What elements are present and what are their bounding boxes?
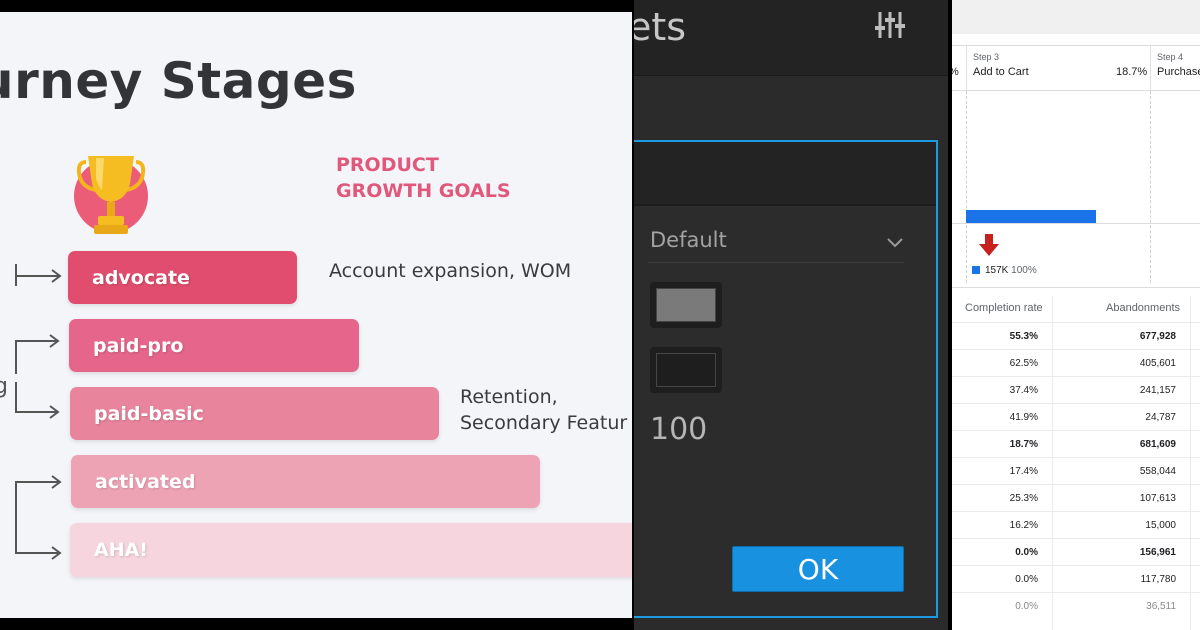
column-header-completion-rate[interactable]: Completion rate — [965, 302, 1043, 314]
preset-dropdown[interactable]: Default — [648, 226, 904, 263]
stage-label: paid-basic — [94, 402, 204, 425]
completion-rate-cell: 37.4% — [1009, 385, 1038, 396]
completion-rate-cell: 18.7% — [1009, 439, 1038, 450]
abandonments-cell: 677,928 — [1139, 331, 1176, 342]
stroke-color-swatch[interactable] — [650, 347, 722, 393]
goal-advocate: Account expansion, WOM — [329, 260, 572, 282]
legend-value: 157K — [985, 265, 1009, 276]
stage-label: AHA! — [94, 539, 148, 561]
table-row[interactable]: 62.5% 405,601 — [952, 349, 1200, 377]
funnel-bar[interactable] — [966, 210, 1096, 223]
table-row[interactable]: 37.4% 241,157 — [952, 376, 1200, 404]
stage-label: advocate — [92, 266, 190, 289]
stage-label: activated — [95, 470, 196, 493]
abandonments-cell: 107,613 — [1139, 493, 1176, 504]
table-row[interactable]: 18.7% 681,609 — [952, 430, 1200, 458]
stage-paid-basic: paid-basic — [70, 387, 439, 440]
funnel-step-4[interactable]: Step 4 Purchase — [1150, 46, 1200, 90]
journey-stages-slide: urney Stages PRODUCT GROWTH GOALS g advo… — [0, 12, 632, 618]
abandonments-cell: 15,000 — [1145, 520, 1176, 531]
stroke-color-sample — [656, 353, 716, 387]
panel-title: ets — [634, 5, 687, 49]
previous-step-percent: % — [952, 66, 959, 78]
gridline — [1150, 91, 1151, 283]
abandonments-cell: 24,787 — [1145, 412, 1176, 423]
divider — [952, 223, 1200, 224]
table-row[interactable]: 41.9% 24,787 — [952, 403, 1200, 431]
goal-retention-line-2: Secondary Featur — [460, 412, 628, 434]
legend-swatch — [972, 266, 980, 275]
table-row[interactable]: 0.0% 117,780 — [952, 565, 1200, 593]
properties-dialog: Default 100 OK — [634, 140, 938, 618]
completion-rate-cell: 0.0% — [1015, 574, 1038, 585]
dark-dialog-panel: ets Default 100 OK — [634, 0, 948, 630]
stage-advocate: advocate — [68, 251, 297, 304]
table-row[interactable]: 0.0% 36,511 — [952, 592, 1200, 620]
side-label-fragment: g — [0, 374, 8, 399]
completion-rate-cell: 16.2% — [1009, 520, 1038, 531]
stage-aha: AHA! — [70, 523, 632, 577]
completion-rate-cell: 55.3% — [1009, 331, 1038, 342]
completion-rate-cell: 0.0% — [1015, 547, 1038, 558]
abandonments-cell: 681,609 — [1139, 439, 1176, 450]
funnel-report-panel: % Step 3 Add to Cart 18.7% Step 4 Purcha… — [952, 0, 1200, 630]
table-row[interactable]: 0.0% 156,961 — [952, 538, 1200, 566]
funnel-legend: 157K 100% — [972, 265, 1037, 276]
legend-percent: 100% — [1011, 265, 1037, 276]
abandonments-cell: 36,511 — [1146, 601, 1176, 612]
opacity-value[interactable]: 100 — [650, 412, 707, 447]
table-row[interactable]: 16.2% 15,000 — [952, 511, 1200, 539]
equalizer-settings-icon[interactable] — [874, 10, 908, 40]
stage-paid-pro: paid-pro — [69, 319, 359, 372]
step-number: Step 4 — [1157, 52, 1184, 62]
chevron-down-icon — [887, 238, 903, 248]
abandonments-cell: 558,044 — [1139, 466, 1176, 477]
report-toolbar — [952, 0, 1200, 34]
step-percent: 18.7% — [1116, 66, 1148, 78]
panel-header: ets — [634, 0, 948, 76]
abandonments-cell: 405,601 — [1139, 358, 1176, 369]
gridline — [966, 91, 967, 283]
completion-rate-cell: 62.5% — [1009, 358, 1038, 369]
abandonments-cell: 156,961 — [1139, 547, 1176, 558]
step-name: Purchase — [1157, 66, 1200, 78]
table-row[interactable]: 17.4% 558,044 — [952, 457, 1200, 485]
preset-dropdown-value: Default — [650, 228, 727, 252]
stage-label: paid-pro — [93, 334, 184, 357]
fill-color-sample — [656, 288, 716, 322]
completion-rate-cell: 0.0% — [1015, 601, 1038, 612]
goal-retention-line-1: Retention, — [460, 386, 558, 408]
fill-color-swatch[interactable] — [650, 282, 722, 328]
completion-rate-cell: 17.4% — [1009, 466, 1038, 477]
table-row[interactable]: 25.3% 107,613 — [952, 484, 1200, 512]
divider — [952, 90, 1200, 91]
completion-rate-cell: 41.9% — [1009, 412, 1038, 423]
column-header-abandonments[interactable]: Abandonments — [1106, 302, 1180, 314]
step-name: Add to Cart — [973, 66, 1029, 78]
goal-retention: Retention, Secondary Featur — [460, 384, 627, 436]
dialog-header — [634, 142, 936, 206]
funnel-step-3[interactable]: Step 3 Add to Cart 18.7% — [966, 46, 1151, 90]
drop-off-arrow-icon — [979, 234, 999, 256]
divider — [952, 287, 1200, 288]
table-row[interactable]: 55.3% 677,928 — [952, 322, 1200, 350]
ok-button[interactable]: OK — [732, 546, 904, 592]
step-number: Step 3 — [973, 52, 1000, 62]
abandonments-cell: 117,780 — [1140, 574, 1176, 585]
abandonments-cell: 241,157 — [1139, 385, 1176, 396]
completion-rate-cell: 25.3% — [1009, 493, 1038, 504]
stage-activated: activated — [71, 455, 540, 508]
